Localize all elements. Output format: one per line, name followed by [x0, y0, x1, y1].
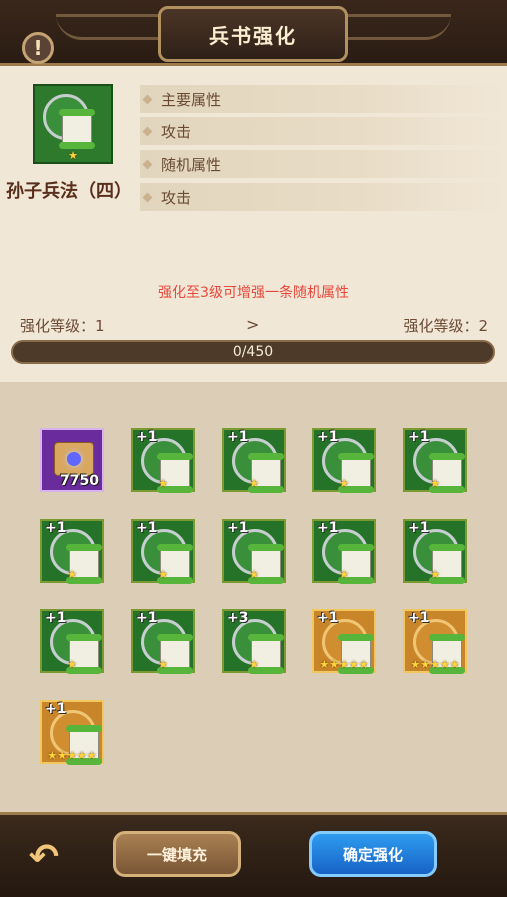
star-rating: ★	[158, 568, 168, 581]
enhance-level-badge: +1	[227, 429, 249, 445]
book-material-item[interactable]: +1 ★	[131, 519, 195, 584]
game-screen: ! 兵书强化 ★ 孙子兵法（四） 主要属性 攻击 随机属性 攻击 强化至3级可增…	[0, 0, 507, 897]
star-rating: ★	[67, 658, 77, 671]
star-rating: ★	[67, 568, 77, 581]
book-material-item[interactable]: +1 ★	[131, 428, 195, 493]
book-material-item[interactable]: +1 ★★★★★	[40, 700, 104, 765]
header-bar: ! 兵书强化	[0, 0, 507, 66]
material-grid: 7750 +1 ★ +1 ★ +1 ★ +1 ★ +1 ★ +1 ★ +1 ★ +1 ★ +1 ★ +1 ★ +1 ★ +3 ★…	[0, 382, 507, 812]
enhance-level-badge: +1	[136, 610, 158, 626]
star-rating: ★	[430, 477, 440, 490]
book-ring	[43, 94, 95, 149]
enhance-level-badge: +1	[136, 520, 158, 536]
enhance-level-badge: +1	[408, 429, 430, 445]
star-rating: ★★★★★	[410, 658, 460, 671]
attr-row-main-header: 主要属性	[140, 85, 504, 113]
star-rating: ★	[339, 477, 349, 490]
book-material-item[interactable]: +1 ★	[40, 519, 104, 584]
book-name: 孙子兵法（四）	[6, 181, 132, 202]
book-material-item[interactable]: +1 ★	[312, 519, 376, 584]
back-arrow-icon[interactable]: ↶	[14, 837, 74, 878]
attr-text: 攻击	[161, 122, 192, 141]
title-plate: 兵书强化	[158, 6, 348, 62]
star-rating: ★	[249, 568, 259, 581]
book-material-item[interactable]: +1 ★	[403, 428, 467, 493]
scroll-icon	[59, 109, 95, 149]
attr-text: 随机属性	[161, 155, 222, 174]
enhance-level-badge: +3	[227, 610, 249, 626]
enhance-level-badge: +1	[45, 701, 67, 717]
enhance-level-badge: +1	[317, 610, 339, 626]
header-ornament-right	[331, 14, 451, 40]
star-rating: ★★★★★	[319, 658, 369, 671]
enhance-notice: 强化至3级可增强一条随机属性	[158, 285, 349, 301]
enhance-level-badge: +1	[227, 520, 249, 536]
confirm-enhance-button[interactable]: 确定强化	[309, 831, 437, 877]
level-arrow-icon: >	[246, 315, 260, 334]
star-rating: ★	[158, 477, 168, 490]
star-rating: ★	[249, 477, 259, 490]
exp-progress-bar: 0/450	[11, 340, 495, 364]
attr-row-random-value: 攻击	[140, 183, 504, 211]
star-rating: ★	[158, 658, 168, 671]
attr-row-main-value: 攻击	[140, 117, 504, 145]
diamond-icon	[142, 94, 153, 104]
star-rating: ★	[430, 568, 440, 581]
book-material-item[interactable]: +1 ★	[403, 519, 467, 584]
next-level-label: 强化等级：2	[403, 317, 488, 335]
enhance-level-badge: +1	[45, 610, 67, 626]
auto-fill-button[interactable]: 一键填充	[113, 831, 241, 877]
diamond-icon	[142, 159, 153, 169]
footer-bar: ↶ 一键填充 确定强化	[0, 812, 507, 897]
star-rating: ★★★★★	[47, 749, 97, 762]
exp-scroll-item[interactable]: 7750	[40, 428, 104, 492]
diamond-icon	[142, 192, 153, 202]
enhance-level-badge: +1	[317, 520, 339, 536]
diamond-icon	[142, 126, 153, 136]
book-material-item[interactable]: +1 ★	[312, 428, 376, 493]
attr-text: 攻击	[161, 188, 192, 207]
book-material-item[interactable]: +3 ★	[222, 609, 286, 674]
attr-text: 主要属性	[161, 90, 222, 109]
exp-progress-text: 0/450	[232, 344, 274, 360]
book-item-icon[interactable]: ★	[33, 84, 113, 164]
book-stars: ★	[68, 149, 78, 162]
attr-row-random-header: 随机属性	[140, 150, 504, 178]
book-material-item[interactable]: +1 ★	[222, 428, 286, 493]
enhance-level-badge: +1	[45, 520, 67, 536]
enhance-level-badge: +1	[408, 610, 430, 626]
book-material-item[interactable]: +1 ★★★★★	[403, 609, 467, 674]
enhance-level-badge: +1	[317, 429, 339, 445]
book-material-item[interactable]: +1 ★★★★★	[312, 609, 376, 674]
current-level-label: 强化等级：1	[20, 317, 105, 335]
book-material-item[interactable]: +1 ★	[222, 519, 286, 584]
info-icon[interactable]: !	[22, 32, 54, 64]
book-material-item[interactable]: +1 ★	[131, 609, 195, 674]
star-rating: ★	[339, 568, 349, 581]
star-rating: ★	[249, 658, 259, 671]
book-material-item[interactable]: +1 ★	[40, 609, 104, 674]
enhance-level-badge: +1	[408, 520, 430, 536]
enhance-level-badge: +1	[136, 429, 158, 445]
item-count: 7750	[60, 473, 99, 489]
page-title: 兵书强化	[209, 23, 297, 48]
orb-icon	[67, 452, 81, 466]
